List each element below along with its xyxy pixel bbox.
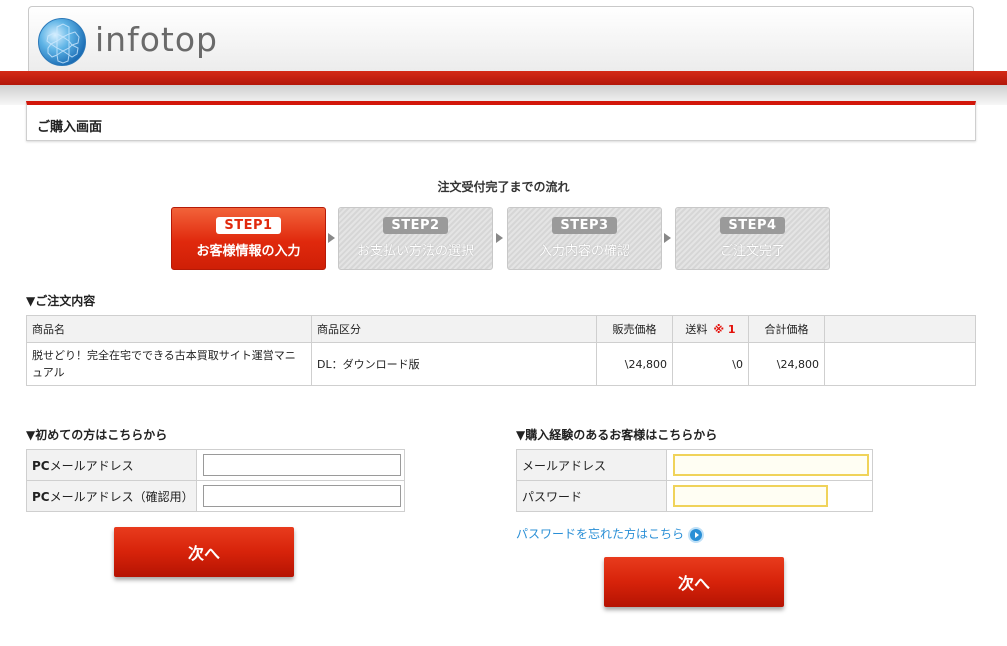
order-table: 商品名 商品区分 販売価格 送料 ※ 1 合計価格 脱せどり！完全在宅でできる古本… xyxy=(26,315,976,386)
step-arrow-icon xyxy=(328,233,335,243)
step-2-label: お支払い方法の選択 xyxy=(356,244,474,259)
infotop-logo-icon xyxy=(38,18,86,66)
col-shipping-label: 送料 xyxy=(685,323,708,336)
new-customer-form: PCメールアドレス PCメールアドレス（確認用） xyxy=(26,449,405,512)
cell-product: 脱せどり！完全在宅でできる古本買取サイト運営マニュアル xyxy=(26,342,312,386)
new-customer-heading: ▼初めての方はこちらから xyxy=(26,428,168,442)
email-label: PCメールアドレス xyxy=(26,449,197,481)
password-cell xyxy=(666,480,873,512)
header-red-band xyxy=(0,71,1007,85)
confirm-email-cell xyxy=(196,480,405,512)
page-title: ご購入画面 xyxy=(37,120,103,135)
col-price: 販売価格 xyxy=(596,315,673,343)
cell-category: DL：ダウンロード版 xyxy=(311,342,597,386)
page-title-bar: ご購入画面 xyxy=(26,101,976,141)
cell-empty xyxy=(824,342,976,386)
step-1-label: お客様情報の入力 xyxy=(196,244,301,259)
circle-arrow-icon xyxy=(688,526,705,543)
login-form: メールアドレス パスワード xyxy=(516,449,873,512)
cell-price: \24,800 xyxy=(596,342,673,386)
table-row: 脱せどり！完全在宅でできる古本買取サイト運営マニュアル DL：ダウンロード版 \… xyxy=(26,342,976,386)
returning-customer-heading: ▼購入経験のあるお客様はこちらから xyxy=(516,428,718,442)
login-email-cell xyxy=(666,449,873,481)
forgot-password-link[interactable]: パスワードを忘れた方はこちら xyxy=(516,525,705,543)
new-email-confirm-input[interactable] xyxy=(203,485,401,507)
step-arrow-icon xyxy=(664,233,671,243)
new-customer-next-button[interactable]: 次へ xyxy=(114,527,294,577)
step-4-label: ご注文完了 xyxy=(719,244,785,259)
confirm-label-text: メールアドレス（確認用） xyxy=(49,489,194,504)
flow-title: 注文受付完了までの流れ xyxy=(437,180,570,194)
step-1-badge: STEP1 xyxy=(216,217,281,234)
shipping-note-mark: ※ 1 xyxy=(713,323,736,336)
password-input[interactable] xyxy=(673,485,828,507)
step-4-badge: STEP4 xyxy=(720,217,785,234)
col-shipping: 送料 ※ 1 xyxy=(672,315,749,343)
step-2: STEP2 お支払い方法の選択 xyxy=(338,207,493,270)
step-arrow-icon xyxy=(496,233,503,243)
col-empty xyxy=(824,315,976,343)
col-category: 商品区分 xyxy=(311,315,597,343)
login-email-label: メールアドレス xyxy=(516,449,667,481)
step-4: STEP4 ご注文完了 xyxy=(675,207,830,270)
step-3-badge: STEP3 xyxy=(552,217,617,234)
cell-shipping: \0 xyxy=(672,342,749,386)
login-email-input[interactable] xyxy=(673,454,869,476)
order-heading: ▼ご注文内容 xyxy=(26,294,96,308)
confirm-email-label: PCメールアドレス（確認用） xyxy=(26,480,197,512)
order-table-header: 商品名 商品区分 販売価格 送料 ※ 1 合計価格 xyxy=(26,315,976,343)
step-1: STEP1 お客様情報の入力 xyxy=(171,207,326,270)
step-2-badge: STEP2 xyxy=(383,217,448,234)
forgot-password-label: パスワードを忘れた方はこちら xyxy=(516,527,685,541)
confirm-label-prefix: PC xyxy=(32,489,50,504)
cell-total: \24,800 xyxy=(748,342,825,386)
col-total: 合計価格 xyxy=(748,315,825,343)
email-cell xyxy=(196,449,405,481)
step-3: STEP3 入力内容の確認 xyxy=(507,207,662,270)
logo-text: infotop xyxy=(95,20,218,59)
col-product: 商品名 xyxy=(26,315,312,343)
email-label-prefix: PC xyxy=(32,458,50,473)
new-email-input[interactable] xyxy=(203,454,401,476)
login-next-button[interactable]: 次へ xyxy=(604,557,784,607)
step-3-label: 入力内容の確認 xyxy=(538,244,630,259)
email-label-text: メールアドレス xyxy=(49,458,134,473)
password-label: パスワード xyxy=(516,480,667,512)
